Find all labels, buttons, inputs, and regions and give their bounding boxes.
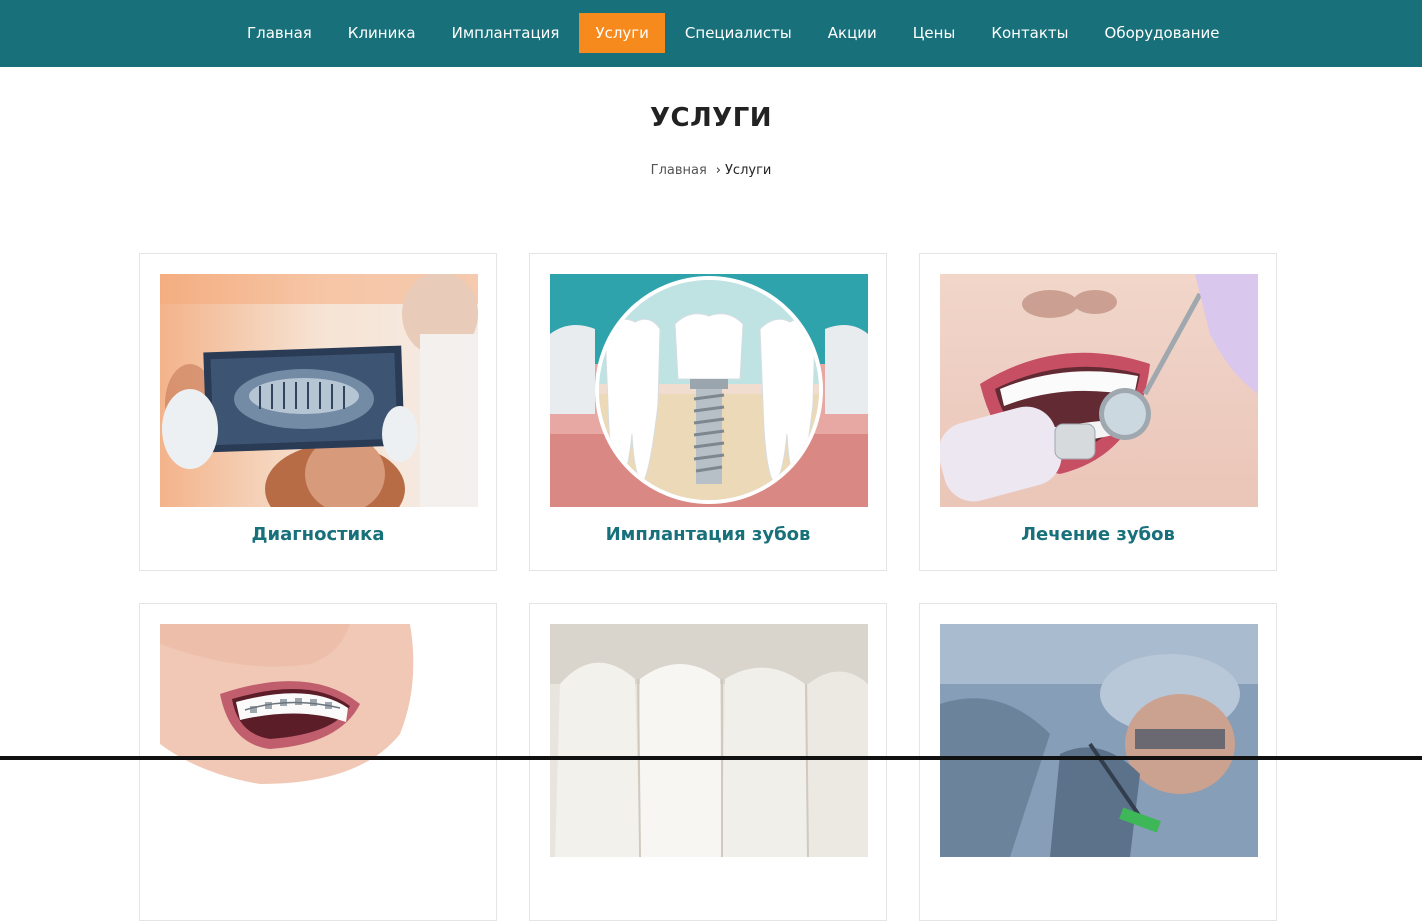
- dental-crowns-image: [550, 624, 868, 857]
- nav-item-implantation[interactable]: Имплантация: [436, 13, 576, 53]
- service-card-surgery[interactable]: [919, 603, 1277, 921]
- service-card-crowns[interactable]: [529, 603, 887, 921]
- teeth-treatment-image: [940, 274, 1258, 507]
- nav-item-equipment[interactable]: Оборудование: [1089, 13, 1236, 53]
- dental-xray-image: [160, 274, 478, 507]
- bottom-edge-bar: [0, 756, 1422, 760]
- breadcrumb: Главная › Услуги: [0, 163, 1422, 178]
- braces-smile-image: [160, 624, 478, 857]
- page-title: УСЛУГИ: [649, 103, 773, 133]
- breadcrumb-current: Услуги: [725, 163, 772, 178]
- nav-item-contacts[interactable]: Контакты: [975, 13, 1084, 53]
- service-card-braces[interactable]: [139, 603, 497, 921]
- breadcrumb-separator: ›: [715, 163, 721, 178]
- nav-item-services[interactable]: Услуги: [579, 13, 665, 53]
- nav-item-promotions[interactable]: Акции: [812, 13, 893, 53]
- service-card-implantation[interactable]: Имплантация зубов: [529, 253, 887, 571]
- service-card-title[interactable]: Имплантация зубов: [530, 524, 886, 545]
- service-card-title[interactable]: Диагностика: [140, 524, 496, 545]
- service-card-title[interactable]: Лечение зубов: [920, 524, 1276, 545]
- nav-menu: Главная Клиника Имплантация Услуги Специ…: [231, 13, 1240, 53]
- breadcrumb-home-link[interactable]: Главная: [651, 163, 707, 178]
- dental-surgery-image: [940, 624, 1258, 857]
- dental-implant-image: [550, 274, 868, 507]
- service-card-diagnostics[interactable]: Диагностика: [139, 253, 497, 571]
- service-card-treatment[interactable]: Лечение зубов: [919, 253, 1277, 571]
- nav-item-prices[interactable]: Цены: [897, 13, 972, 53]
- top-navigation: Главная Клиника Имплантация Услуги Специ…: [0, 0, 1422, 67]
- nav-item-clinic[interactable]: Клиника: [332, 13, 432, 53]
- nav-item-specialists[interactable]: Специалисты: [669, 13, 808, 53]
- nav-item-home[interactable]: Главная: [231, 13, 328, 53]
